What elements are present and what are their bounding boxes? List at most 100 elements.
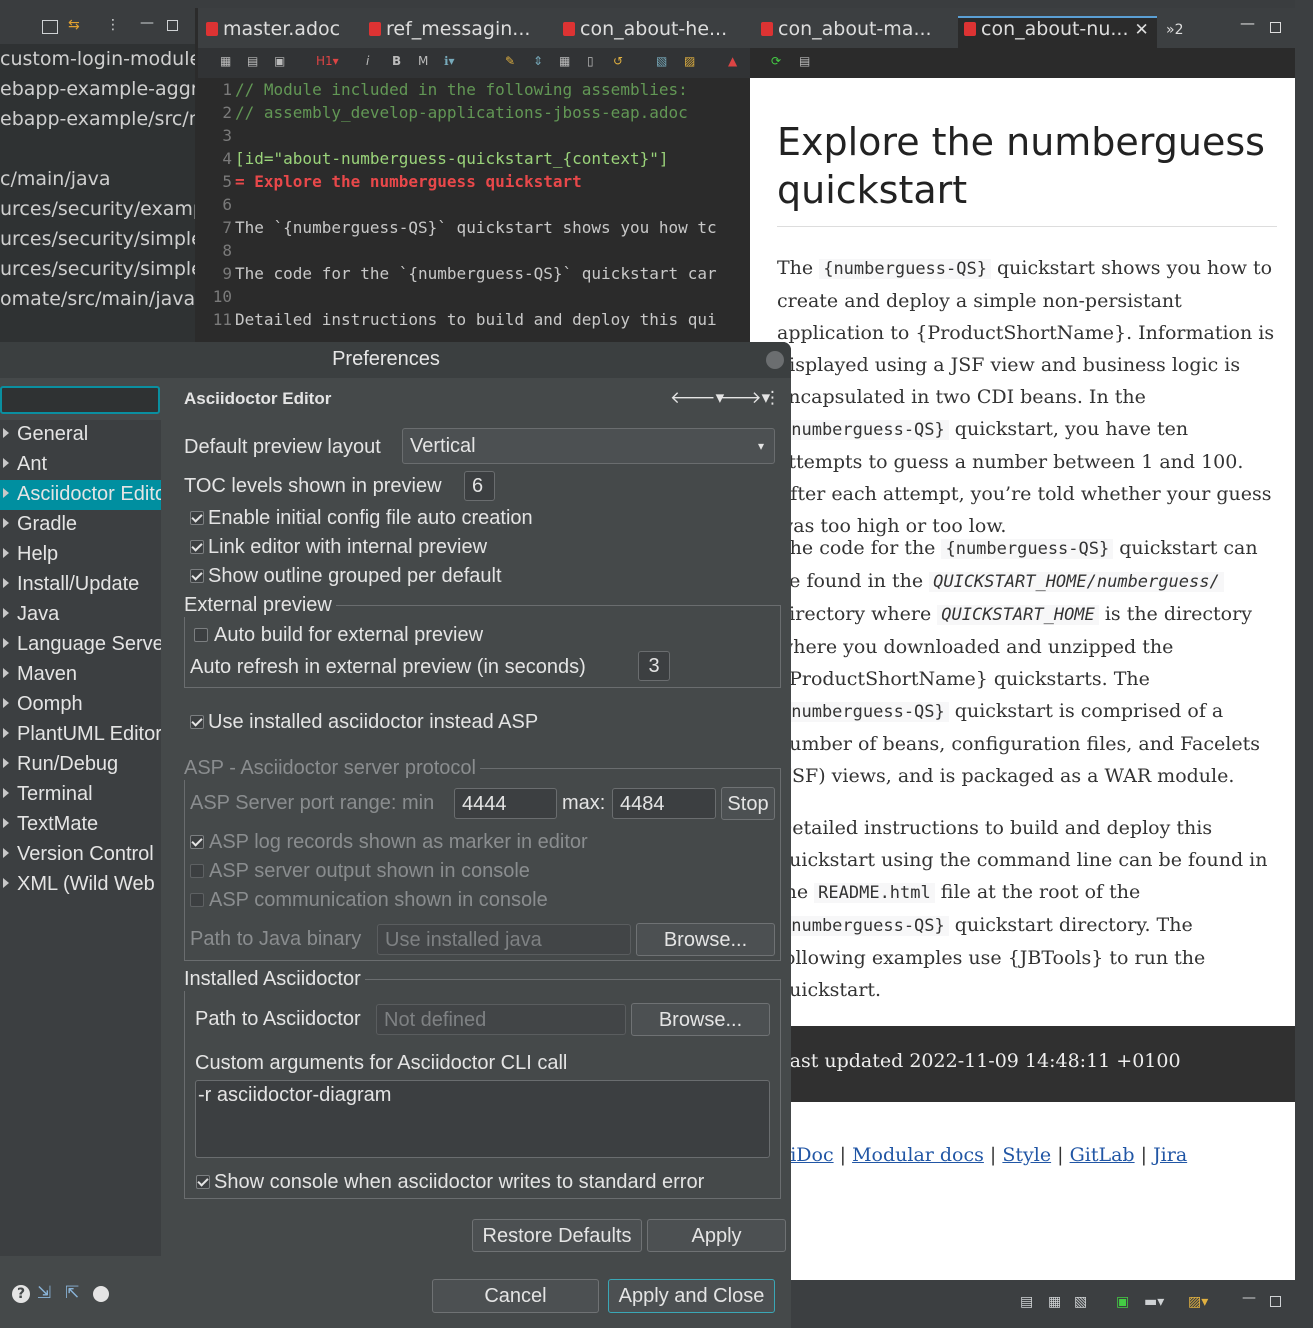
console-icon[interactable]: ▬▾ (1144, 1294, 1164, 1310)
nav-item-textmate[interactable]: TextMate (0, 810, 161, 840)
nav-item-help[interactable]: Help (0, 540, 161, 570)
view-menu-icon[interactable]: ⋮ (106, 17, 120, 33)
help-icon[interactable]: ? (12, 1285, 30, 1303)
nav-item-run-debug[interactable]: Run/Debug (0, 750, 161, 780)
document-icon[interactable]: ▤ (1020, 1294, 1033, 1310)
export-icon[interactable]: ▨ (684, 54, 695, 68)
settings-icon[interactable] (93, 1286, 109, 1302)
nav-item-asciidoctor-editor[interactable]: Asciidoctor Editor (0, 480, 161, 510)
tree-row[interactable]: ebapp-example-aggre (0, 78, 195, 100)
html-export-icon[interactable]: ▧ (656, 54, 667, 68)
java-binary-input[interactable]: Use installed java (377, 924, 631, 955)
nav-item-language-servers[interactable]: Language Servers (0, 630, 161, 660)
nav-item-maven[interactable]: Maven (0, 660, 161, 690)
collapse-all-icon[interactable] (42, 20, 58, 34)
auto-refresh-input[interactable]: 3 (638, 651, 670, 681)
link-gitlab[interactable]: GitLab (1070, 1144, 1135, 1166)
jump-icon[interactable]: ⇕ (533, 54, 543, 68)
asciidoc-editor[interactable]: 1 // Module included in the following as… (198, 78, 750, 344)
tree-row[interactable]: c/main/java (0, 168, 111, 190)
close-icon[interactable] (766, 351, 784, 369)
new-icon[interactable]: ▨▾ (1188, 1294, 1208, 1310)
apply-button[interactable]: Apply (647, 1219, 786, 1252)
asp-port-min-input[interactable]: 4444 (454, 788, 557, 819)
pdf-icon[interactable]: ▲ (728, 54, 737, 68)
custom-args-textarea[interactable]: -r asciidoctor-diagram (195, 1080, 770, 1158)
document-icon[interactable]: ▦ (1048, 1294, 1061, 1310)
close-tab-icon[interactable]: ✕ (1135, 20, 1149, 40)
nav-item-plantuml-editor[interactable]: PlantUML Editor (0, 720, 161, 750)
restore-defaults-button[interactable]: Restore Defaults (472, 1219, 642, 1252)
link-modular-docs[interactable]: Modular docs (852, 1144, 984, 1166)
nav-item-ant[interactable]: Ant (0, 450, 161, 480)
initial-config-checkbox[interactable] (190, 511, 204, 525)
nav-item-version-control[interactable]: Version Control (0, 840, 161, 870)
tree-row[interactable]: urces/security/simple (0, 228, 195, 250)
tab-con-about-he[interactable]: con_about-he... (563, 18, 727, 48)
default-preview-layout-select[interactable]: Vertical ▾ (402, 428, 775, 464)
cancel-button[interactable]: Cancel (432, 1279, 599, 1313)
show-console-checkbox[interactable] (196, 1175, 210, 1189)
document-icon[interactable]: ▯ (587, 54, 594, 68)
auto-build-checkbox[interactable] (194, 628, 208, 642)
apply-and-close-button[interactable]: Apply and Close (608, 1279, 775, 1313)
monospace-icon[interactable]: M (418, 54, 428, 68)
browse-java-button[interactable]: Browse... (636, 923, 775, 956)
tree-row[interactable]: custom-login-module (0, 48, 195, 70)
document-icon[interactable]: ▤ (799, 54, 810, 68)
outline-grouped-checkbox[interactable] (190, 569, 204, 583)
tab-overflow[interactable]: »2 (1166, 22, 1183, 52)
use-installed-checkbox[interactable] (190, 715, 204, 729)
refresh-icon[interactable]: ↺ (613, 54, 623, 68)
link-with-editor-icon[interactable]: ⇆ (68, 17, 80, 33)
link-editor-checkbox[interactable] (190, 540, 204, 554)
heading-icon[interactable]: H1▾ (316, 54, 339, 68)
bold-icon[interactable]: B (392, 54, 401, 68)
link-jira[interactable]: Jira (1153, 1144, 1187, 1166)
asp-log-checkbox[interactable] (190, 835, 204, 849)
nav-item-gradle[interactable]: Gradle (0, 510, 161, 540)
asp-comm-checkbox[interactable] (190, 893, 204, 907)
layout-icon[interactable]: ▤ (247, 54, 258, 68)
browse-asciidoctor-button[interactable]: Browse... (631, 1003, 770, 1036)
filter-input[interactable] (0, 386, 160, 414)
image-icon[interactable]: ▣ (274, 54, 285, 68)
nav-item-install-update[interactable]: Install/Update (0, 570, 161, 600)
table-icon[interactable]: ▦ (559, 54, 570, 68)
tree-row[interactable]: urces/security/simple (0, 258, 195, 280)
pencil-icon[interactable]: ✎ (505, 54, 515, 68)
stop-button[interactable]: Stop (721, 787, 775, 820)
document-icon[interactable]: ▧ (1074, 1294, 1087, 1310)
tree-row[interactable]: omate/src/main/java (0, 288, 195, 310)
sync-icon[interactable]: ⟳ (771, 54, 781, 68)
export-icon[interactable]: ⇱ (65, 1283, 79, 1303)
nav-item-oomph[interactable]: Oomph (0, 690, 161, 720)
maximize-icon[interactable] (1270, 1296, 1281, 1307)
link-style[interactable]: Style (1002, 1144, 1051, 1166)
tab-master[interactable]: master.adoc (206, 18, 340, 48)
nav-item-java[interactable]: Java (0, 600, 161, 630)
nav-item-general[interactable]: General (0, 420, 161, 450)
tab-ref-messaging[interactable]: ref_messagin... (369, 18, 530, 48)
tab-con-about-ma[interactable]: con_about-ma... (761, 18, 932, 48)
asciidoctor-path-input[interactable]: Not defined (376, 1004, 626, 1035)
tab-con-about-nu[interactable]: con_about-nu... ✕ (958, 16, 1157, 48)
tree-row[interactable]: urces/security/examp (0, 198, 195, 220)
toc-levels-input[interactable]: 6 (464, 471, 495, 501)
nav-item-xml[interactable]: XML (Wild Web (0, 870, 161, 900)
tree-row[interactable]: ebapp-example/src/m (0, 108, 195, 130)
layout-icon[interactable]: ▦ (220, 54, 231, 68)
italic-icon[interactable]: i (366, 54, 369, 68)
forward-arrow-icon[interactable]: 🡒▾ (716, 388, 770, 408)
html-preview[interactable]: Explore the numberguess quickstart The {… (750, 78, 1295, 1280)
minimize-icon[interactable]: — (140, 15, 154, 31)
chart-icon[interactable]: ▣ (1116, 1294, 1129, 1310)
maximize-icon[interactable] (1270, 22, 1281, 33)
minimize-icon[interactable]: — (1242, 1290, 1256, 1306)
view-menu-icon[interactable]: ⋮ (764, 388, 781, 408)
info-icon[interactable]: ℹ▾ (444, 54, 455, 68)
minimize-icon[interactable]: — (1240, 14, 1255, 44)
import-icon[interactable]: ⇲ (37, 1283, 51, 1303)
maximize-icon[interactable] (167, 20, 178, 31)
asp-port-max-input[interactable]: 4484 (612, 788, 716, 819)
